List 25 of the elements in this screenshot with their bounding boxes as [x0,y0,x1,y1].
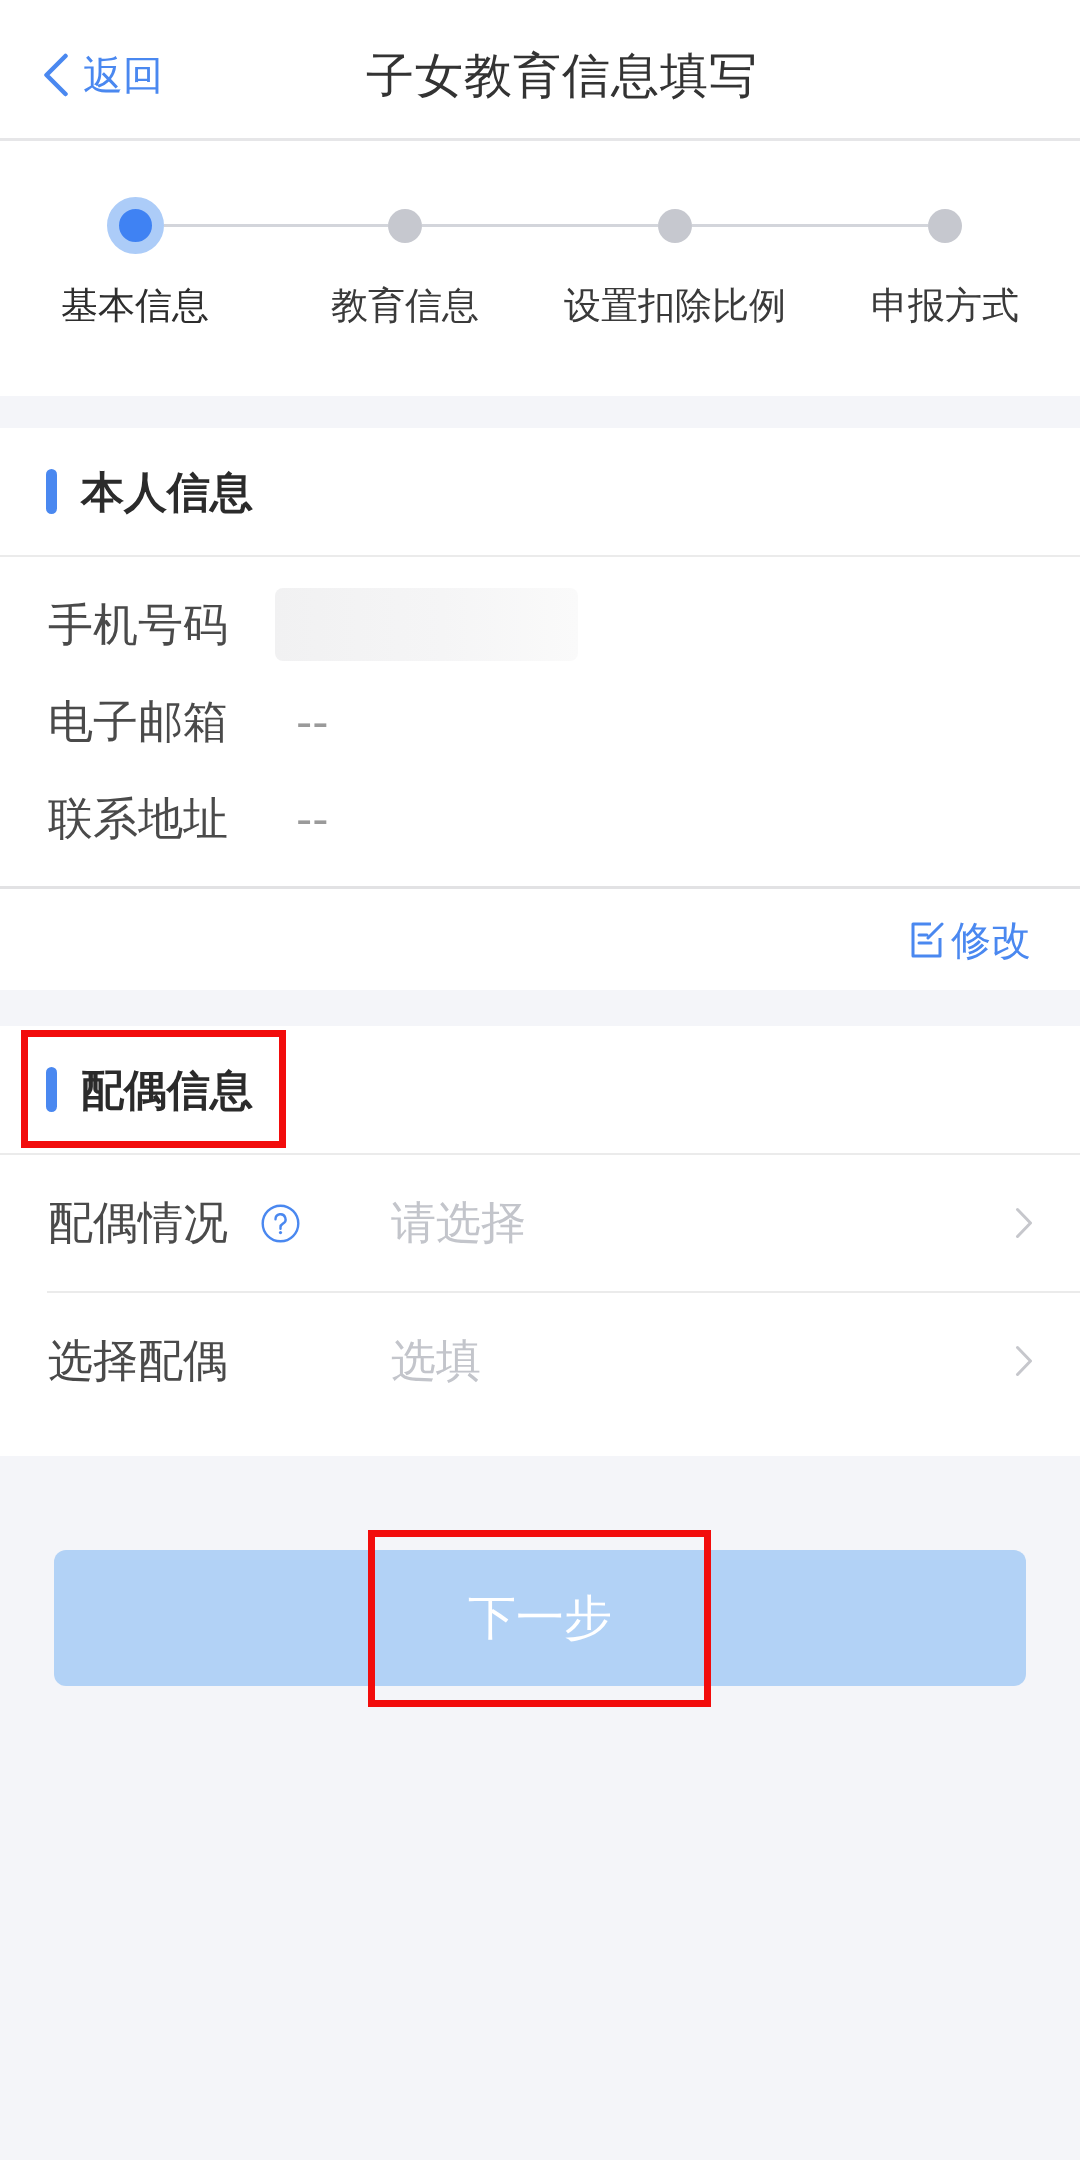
select-field[interactable]: 选填 [391,1321,1033,1401]
chevron-left-icon [43,53,69,97]
chevron-right-icon [1015,1207,1033,1239]
accent-bar-icon [46,469,57,514]
field-value: -- [296,694,329,749]
step-label: 基本信息 [61,284,209,328]
step-label: 教育信息 [331,284,479,328]
field-label: 选择配偶 [48,1334,228,1388]
field-label: 手机号码 [48,597,229,652]
page-title: 子女教育信息填写 [365,46,758,104]
field-label: 联系地址 [48,791,229,846]
edit-icon [910,920,944,959]
field-value: -- [296,791,329,846]
select-field[interactable]: 请选择 [391,1183,1033,1263]
field-label: 配偶情况 [48,1196,228,1250]
back-button[interactable]: 返回 [43,51,163,99]
field-label: 电子邮箱 [48,694,229,749]
help-icon[interactable] [261,1203,300,1243]
step-label: 申报方式 [871,284,1019,328]
accent-bar-icon [46,1067,57,1112]
edit-button[interactable]: 修改 [910,915,1031,964]
step-label: 设置扣除比例 [564,284,786,328]
section-title: 本人信息 [81,465,253,518]
section-title: 配偶信息 [81,1063,253,1116]
chevron-right-icon [1015,1345,1033,1377]
